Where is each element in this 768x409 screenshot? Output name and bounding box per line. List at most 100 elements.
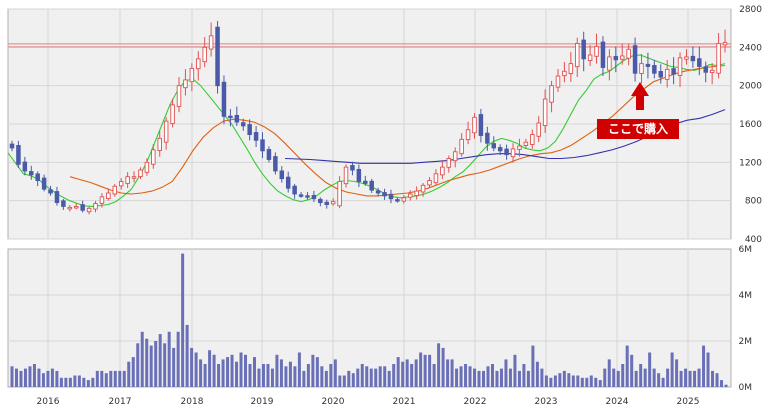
volume-bar bbox=[158, 334, 162, 387]
candle-down bbox=[658, 71, 664, 78]
volume-bar bbox=[356, 368, 360, 387]
year-tick-label: 2018 bbox=[181, 397, 204, 407]
volume-bar bbox=[473, 368, 477, 387]
price-tick-label: 800 bbox=[745, 197, 762, 207]
candle-down bbox=[80, 204, 85, 211]
candle-up bbox=[677, 57, 683, 76]
candle-up bbox=[420, 184, 426, 193]
volume-bar bbox=[666, 368, 670, 387]
volume-bar bbox=[661, 377, 665, 387]
candle-down bbox=[221, 81, 227, 117]
candle-down bbox=[652, 65, 657, 74]
volume-bar bbox=[360, 364, 364, 387]
candle-down bbox=[645, 63, 651, 67]
candle-up bbox=[555, 75, 561, 88]
candle-up bbox=[716, 43, 721, 74]
volume-bar bbox=[100, 370, 104, 387]
volume-bar bbox=[464, 364, 468, 387]
candle-up bbox=[549, 85, 554, 103]
candle-up bbox=[536, 122, 541, 137]
volume-bar bbox=[176, 331, 180, 387]
candle-up bbox=[112, 185, 118, 195]
volume-bar bbox=[720, 380, 724, 387]
price-tick-label: 2000 bbox=[739, 82, 762, 92]
volume-bar bbox=[302, 370, 306, 387]
candle-down bbox=[260, 139, 265, 152]
volume-bar bbox=[221, 359, 225, 387]
volume-bar bbox=[576, 375, 580, 387]
volume-bar bbox=[288, 361, 292, 387]
volume-bar bbox=[127, 361, 131, 387]
volume-bar bbox=[405, 359, 409, 387]
candle-down bbox=[485, 132, 490, 144]
volume-tick-label: 4M bbox=[739, 291, 753, 301]
candle-up bbox=[99, 196, 105, 204]
candle-up bbox=[562, 70, 567, 77]
candle-down bbox=[491, 143, 497, 149]
candle-down bbox=[497, 147, 503, 152]
volume-bar bbox=[374, 368, 378, 387]
volume-bar bbox=[693, 370, 697, 387]
candle-up bbox=[575, 43, 580, 68]
volume-bar bbox=[297, 352, 301, 387]
volume-bar bbox=[540, 368, 544, 387]
price-tick-label: 2400 bbox=[739, 43, 762, 53]
volume-bar bbox=[279, 359, 283, 387]
candle-up bbox=[67, 206, 73, 210]
volume-bar bbox=[711, 370, 715, 387]
candle-down bbox=[613, 56, 619, 61]
volume-bar bbox=[432, 364, 436, 387]
volume-bar bbox=[630, 354, 634, 387]
price-tick-label: 1200 bbox=[739, 158, 762, 168]
candle-up bbox=[607, 56, 612, 71]
volume-bar bbox=[194, 352, 198, 387]
candle-down bbox=[35, 173, 40, 181]
volume-bar bbox=[131, 357, 135, 387]
candle-up bbox=[587, 54, 593, 62]
volume-bar bbox=[270, 368, 274, 387]
volume-bar bbox=[46, 370, 50, 387]
candle-down bbox=[697, 58, 702, 67]
candle-up bbox=[568, 63, 574, 75]
candle-up bbox=[330, 201, 336, 205]
volume-bar bbox=[675, 359, 679, 387]
candle-up bbox=[131, 176, 137, 179]
candle-down bbox=[600, 41, 606, 68]
candle-down bbox=[388, 193, 394, 200]
candle-down bbox=[311, 194, 317, 200]
volume-bar bbox=[634, 370, 638, 387]
candle-up bbox=[542, 98, 548, 126]
candle-down bbox=[48, 189, 53, 194]
volume-bar bbox=[167, 331, 171, 387]
candle-down bbox=[253, 132, 259, 141]
volume-bar bbox=[226, 357, 230, 387]
candle-down bbox=[41, 177, 47, 190]
candle-up bbox=[183, 79, 188, 89]
volume-bar bbox=[311, 354, 315, 387]
volume-bar bbox=[508, 368, 512, 387]
volume-bar bbox=[59, 377, 63, 387]
volume-bar bbox=[113, 370, 117, 387]
volume-bar bbox=[702, 345, 706, 387]
year-tick-label: 2025 bbox=[677, 397, 700, 407]
volume-bar bbox=[423, 354, 427, 387]
candle-up bbox=[639, 63, 644, 74]
candle-up bbox=[170, 104, 175, 125]
volume-bar bbox=[486, 366, 490, 387]
volume-bar bbox=[598, 380, 602, 387]
year-tick-label: 2017 bbox=[109, 397, 132, 407]
volume-bar bbox=[235, 361, 239, 387]
volume-bar bbox=[199, 359, 203, 387]
candle-up bbox=[664, 68, 670, 80]
year-tick-label: 2019 bbox=[251, 397, 274, 407]
candle-down bbox=[298, 194, 304, 197]
volume-bar bbox=[32, 364, 36, 387]
volume-bar bbox=[549, 377, 553, 387]
candle-down bbox=[356, 168, 362, 182]
candle-up bbox=[517, 145, 522, 150]
volume-bar bbox=[217, 364, 221, 387]
candle-up bbox=[530, 134, 535, 145]
volume-bar bbox=[185, 324, 189, 387]
candle-up bbox=[446, 158, 452, 168]
candle-up bbox=[626, 48, 631, 59]
